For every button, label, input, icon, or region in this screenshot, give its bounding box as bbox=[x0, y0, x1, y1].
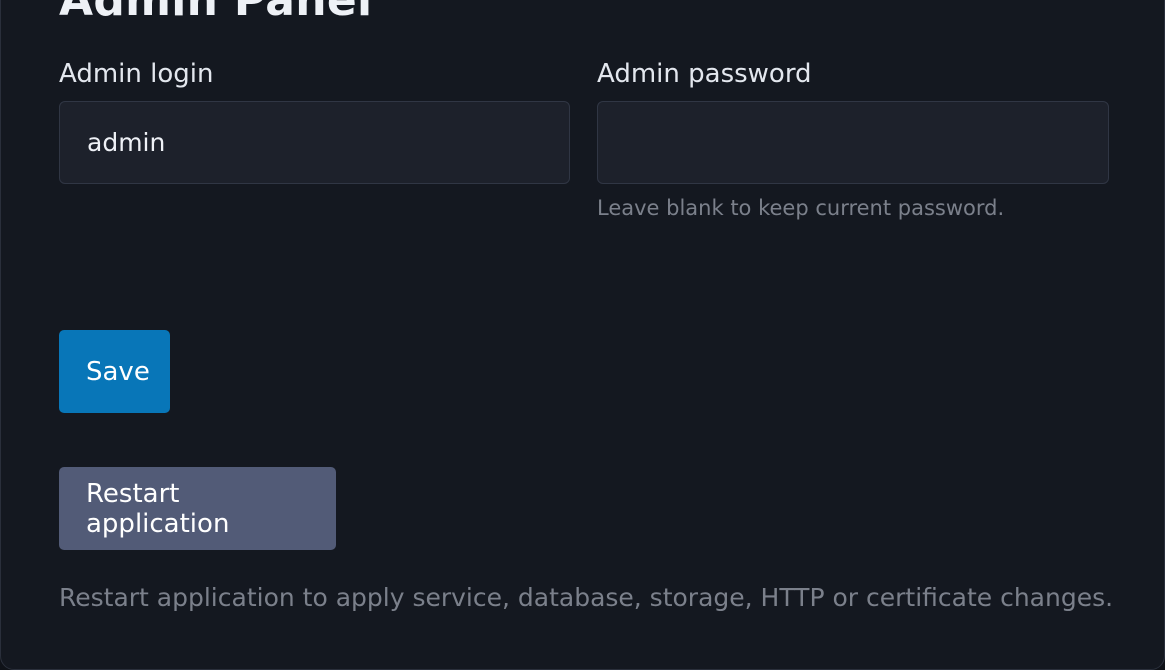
page-title: Admin Panel bbox=[59, 0, 373, 26]
admin-panel: Admin Panel Admin login Admin password L… bbox=[0, 0, 1165, 670]
admin-login-input[interactable] bbox=[59, 101, 570, 184]
password-hint: Leave blank to keep current password. bbox=[597, 196, 1005, 220]
admin-password-label: Admin password bbox=[597, 59, 812, 89]
admin-login-label: Admin login bbox=[59, 59, 214, 89]
save-button[interactable]: Save bbox=[59, 330, 170, 413]
restart-hint: Restart application to apply service, da… bbox=[59, 583, 1114, 612]
admin-password-input[interactable] bbox=[597, 101, 1109, 184]
restart-application-button[interactable]: Restart application bbox=[59, 467, 336, 550]
